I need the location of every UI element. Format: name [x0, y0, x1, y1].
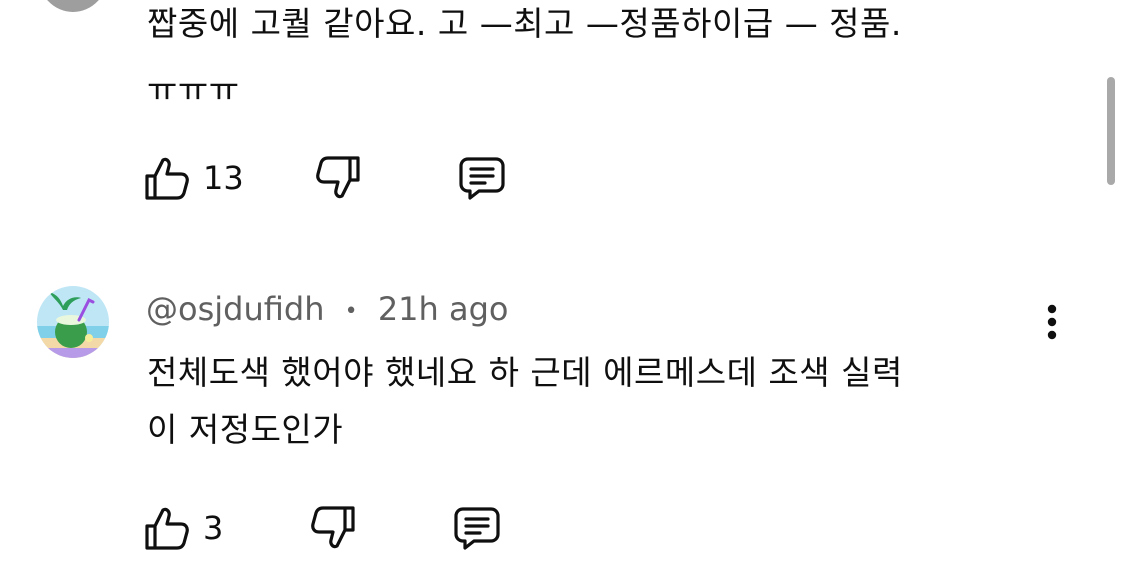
comment-actions: 3: [143, 502, 501, 554]
thumbs-up-icon: [145, 157, 189, 200]
comment-author[interactable]: @osjdufidh: [146, 290, 324, 328]
reply-comment-icon: [459, 157, 505, 200]
like-button[interactable]: 13: [143, 154, 244, 202]
meta-separator: •: [344, 298, 358, 324]
comment-text: 짭중에 고퀄 같아요. 고 —최고 —정품하이급 — 정품.: [147, 4, 902, 43]
comment-text-continued: ㅠㅠㅠ: [147, 70, 240, 109]
comment-actions: 13: [143, 152, 506, 204]
thumbs-down-icon: [315, 156, 360, 199]
comment-text-continued: 이 저정도인가: [147, 410, 344, 449]
like-count: 3: [203, 509, 224, 547]
thumbs-down-icon: [311, 506, 355, 549]
like-count: 13: [203, 159, 244, 197]
thumbs-up-icon: [145, 507, 189, 550]
more-vertical-icon: [1047, 304, 1057, 340]
dislike-button[interactable]: [314, 154, 362, 202]
more-options-button[interactable]: [1030, 300, 1074, 344]
reply-button[interactable]: [458, 154, 506, 202]
like-button[interactable]: 3: [143, 504, 223, 552]
reply-button[interactable]: [453, 504, 501, 552]
comment-timestamp[interactable]: 21h ago: [378, 290, 509, 328]
dislike-button[interactable]: [309, 504, 357, 552]
avatar[interactable]: [37, 286, 109, 358]
avatar[interactable]: [38, 0, 108, 12]
scrollbar-thumb[interactable]: [1107, 77, 1115, 185]
comment-text: 전체도색 했어야 했네요 하 근데 에르메스데 조색 실력: [147, 353, 903, 392]
coconut-drink-avatar-icon: [37, 286, 109, 358]
reply-comment-icon: [454, 507, 500, 550]
comment-meta: @osjdufidh • 21h ago: [146, 290, 508, 328]
